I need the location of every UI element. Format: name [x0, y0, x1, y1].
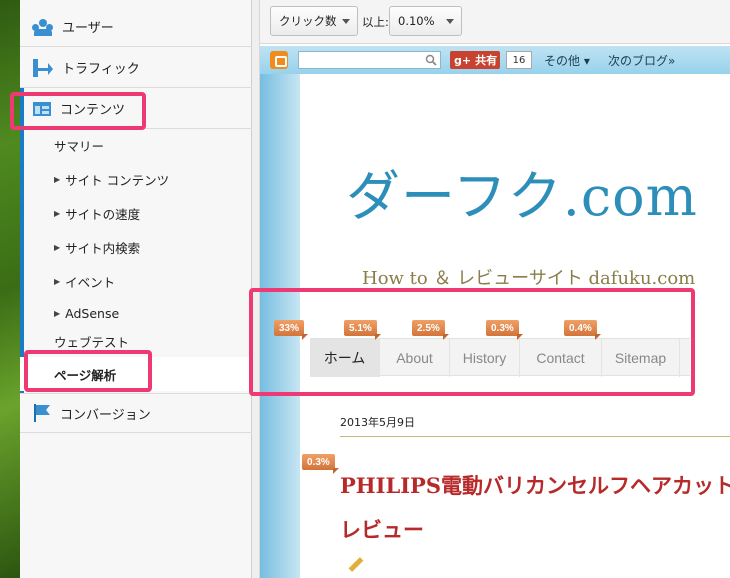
sidebar-item-label: サイトの速度 — [65, 206, 141, 222]
chevron-down-icon — [446, 19, 454, 24]
expand-arrow-icon: ▶ — [54, 276, 61, 286]
sidebar-item-label: サイト コンテンツ — [65, 172, 170, 188]
post-title-line1: PHILIPS電動バリカンセルフヘアカット — [340, 473, 730, 498]
share-label: 共有 — [475, 54, 498, 67]
sidebar-item-label: イベント — [65, 274, 116, 290]
expand-arrow-icon: ▶ — [54, 174, 61, 184]
threshold-label: 以上: — [362, 15, 389, 29]
post-title-line2: レビュー — [340, 517, 424, 542]
sidebar-item-users[interactable]: ユーザー — [20, 7, 252, 47]
sidebar-item-label: ユーザー — [62, 21, 114, 36]
sidebar-item-label: AdSense — [65, 305, 120, 321]
post-date: 2013年5月9日 — [340, 416, 415, 429]
sidebar: ユーザー トラフィック コンテンツ サマリー ▶ サイト コンテンツ ▶ サイト… — [20, 0, 252, 578]
search-icon[interactable] — [425, 54, 437, 66]
flag-icon — [34, 404, 50, 422]
sidebar-item-site-speed[interactable]: ▶ サイトの速度 — [20, 196, 252, 230]
blog-search-input[interactable] — [298, 51, 441, 69]
share-count: 16 — [506, 51, 532, 69]
gplus-icon: g+ — [454, 53, 472, 67]
sidebar-item-events[interactable]: ▶ イベント — [20, 264, 252, 298]
threshold-select-value: 0.10% — [398, 14, 435, 28]
users-icon — [32, 18, 54, 36]
metric-select[interactable]: クリック数 — [270, 6, 358, 36]
sidebar-item-label: トラフィック — [62, 62, 140, 77]
metric-select-value: クリック数 — [279, 14, 337, 28]
blogger-logo-icon[interactable] — [270, 51, 288, 69]
post-title[interactable]: PHILIPS電動バリカンセルフヘアカット レビュー — [340, 464, 730, 552]
overlay-toolbar: クリック数 以上: 0.10% — [260, 0, 730, 44]
sidebar-item-summary[interactable]: サマリー — [20, 128, 252, 162]
sidebar-item-label: ウェブテスト — [54, 334, 130, 350]
chevron-down-icon — [342, 19, 350, 24]
click-percent-badge: 0.3% — [302, 454, 339, 474]
sidebar-item-label: サマリー — [54, 138, 105, 154]
traffic-icon — [33, 58, 53, 77]
more-menu[interactable]: その他 ▾ — [544, 52, 590, 69]
expand-arrow-icon: ▶ — [54, 308, 61, 318]
sidebar-item-conversion[interactable]: コンバージョン — [20, 393, 252, 433]
sidebar-item-traffic[interactable]: トラフィック — [20, 48, 252, 88]
blogger-navbar: g+ 共有 16 その他 ▾ 次のブログ» — [260, 46, 730, 74]
threshold-select[interactable]: 0.10% — [389, 6, 462, 36]
sidebar-item-label: サイト内検索 — [65, 240, 141, 256]
desktop-background — [0, 0, 20, 578]
site-title[interactable]: ダーフク.com — [346, 152, 698, 231]
post-divider — [340, 436, 730, 437]
highlight-contents — [10, 92, 146, 130]
expand-arrow-icon: ▶ — [54, 242, 61, 252]
next-blog-link[interactable]: 次のブログ» — [608, 52, 675, 69]
sidebar-item-site-contents[interactable]: ▶ サイト コンテンツ — [20, 162, 252, 196]
site-tagline: How to ＆ レビューサイト dafuku.com — [362, 268, 696, 289]
sidebar-item-label: コンバージョン — [60, 407, 151, 423]
highlight-nav-area — [249, 288, 695, 396]
sidebar-item-site-search[interactable]: ▶ サイト内検索 — [20, 230, 252, 264]
highlight-page-analysis — [24, 350, 152, 392]
expand-arrow-icon: ▶ — [54, 208, 61, 218]
gplus-share-button[interactable]: g+ 共有 — [450, 51, 500, 69]
